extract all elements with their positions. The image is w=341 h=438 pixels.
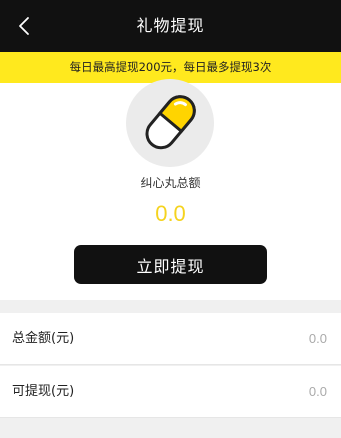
- total-amount-label: 总金额(元): [12, 331, 75, 346]
- balance-amount: 0.0: [155, 201, 186, 226]
- withdrawable-amount-label: 可提现(元): [12, 384, 75, 399]
- page-title: 礼物提现: [136, 16, 205, 35]
- withdrawable-amount-value: 0.0: [308, 384, 327, 399]
- total-amount-row: 总金额(元) 0.0: [0, 313, 341, 365]
- pill-capsule-icon: [126, 79, 214, 167]
- top-bar: 礼物提现: [0, 0, 341, 52]
- balance-label: 纠心丸总额: [140, 176, 201, 190]
- withdrawable-amount-row: 可提现(元) 0.0: [0, 366, 341, 418]
- withdraw-page: 礼物提现 每日最高提现200元，每日最多提现3次 纠心丸总额 0.0 立即提现 …: [0, 0, 341, 438]
- balance-card: 纠心丸总额 0.0 立即提现: [0, 79, 341, 300]
- total-amount-value: 0.0: [308, 331, 327, 346]
- withdraw-now-button[interactable]: 立即提现: [74, 245, 267, 284]
